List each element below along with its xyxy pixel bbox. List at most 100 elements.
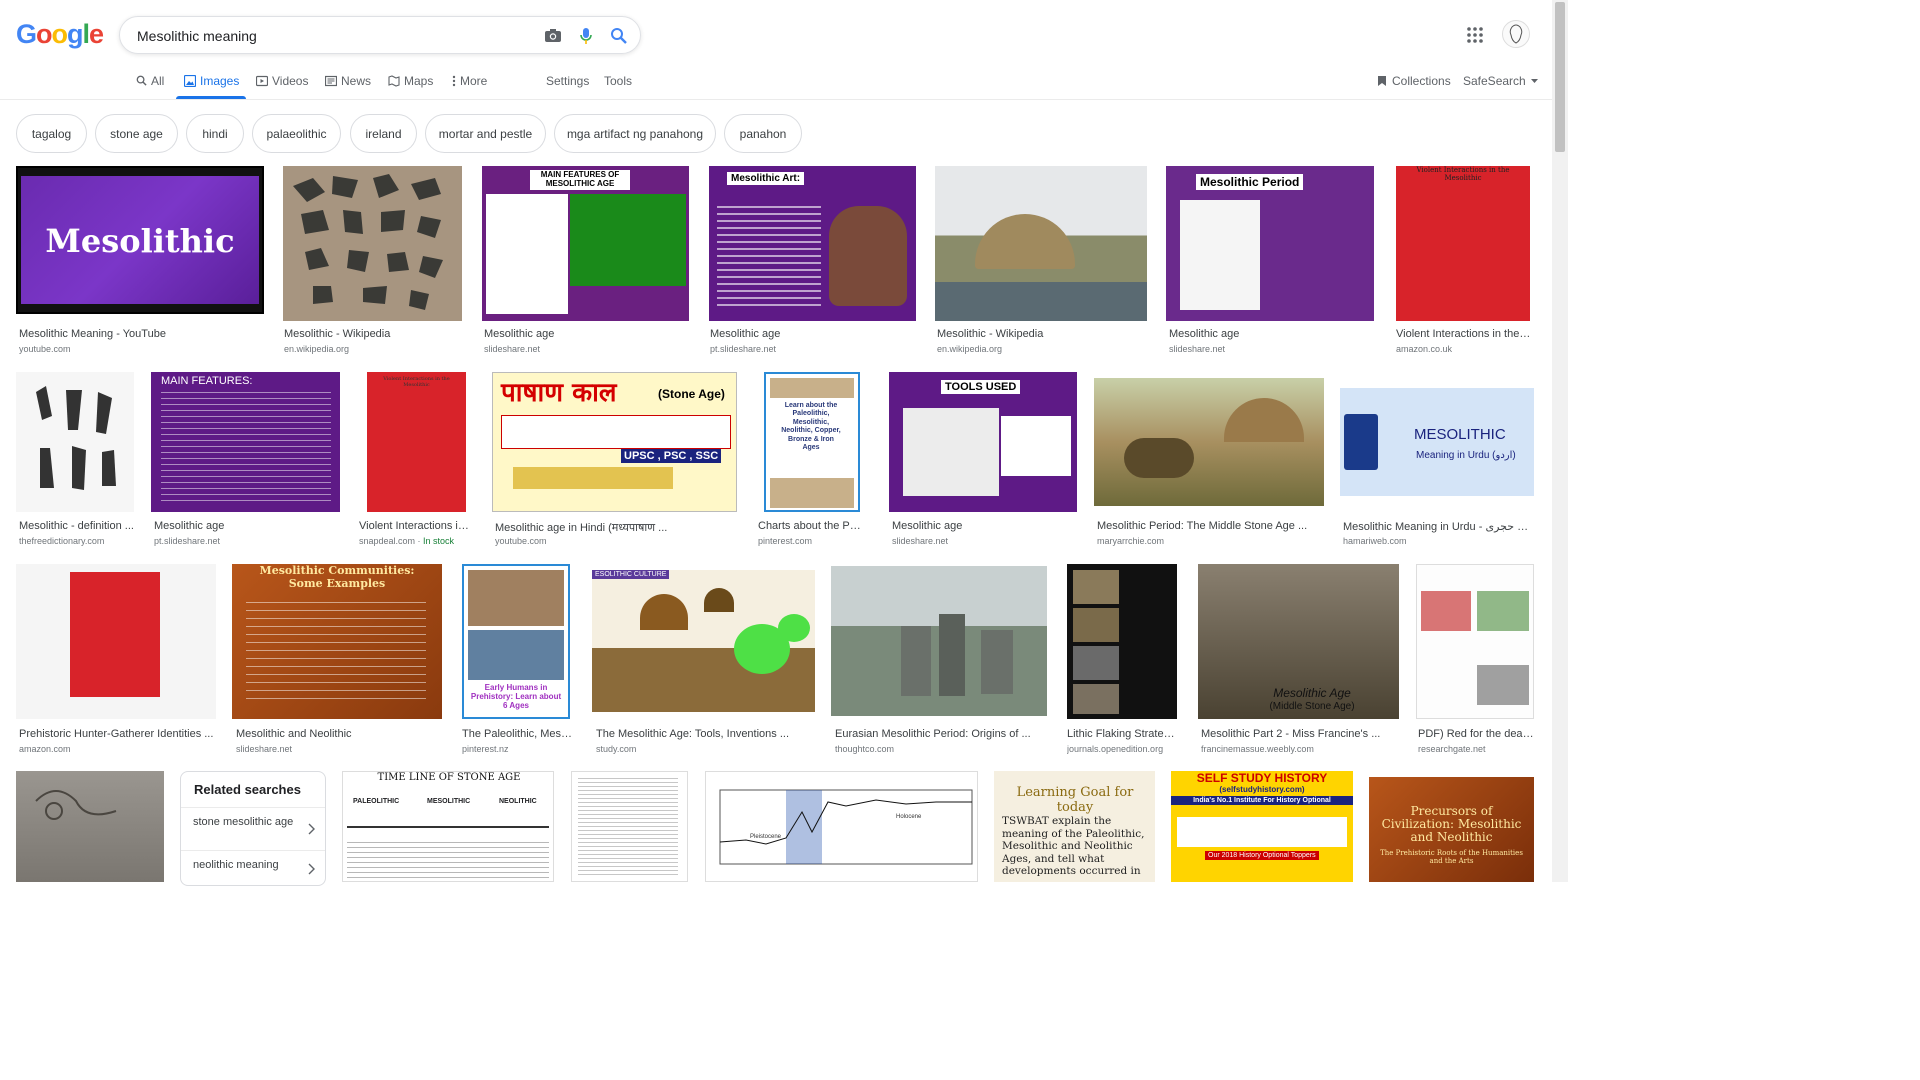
result-title[interactable]: Mesolithic - definition ...	[19, 520, 134, 532]
result-thumbnail[interactable]: Learning Goal for today TSWBAT explain t…	[994, 771, 1155, 882]
result-thumbnail[interactable]: TOOLS USED	[889, 372, 1077, 512]
result-thumbnail[interactable]: Mesolithic Age (Middle Stone Age)	[1198, 564, 1399, 719]
page-scrollbar[interactable]	[1552, 0, 1568, 882]
result-title[interactable]: PDF) Red for the dead...	[1418, 728, 1534, 740]
result-title[interactable]: Lithic Flaking Strategi...	[1067, 728, 1179, 740]
settings-link[interactable]: Settings	[546, 74, 589, 88]
result-thumbnail[interactable]: Violent Interactions in the Mesolithic	[367, 372, 466, 512]
result-thumbnail[interactable]: ESOLITHIC CULTURE	[592, 570, 815, 712]
related-search-item[interactable]: neolithic meaning	[181, 850, 325, 885]
result-title[interactable]: Prehistoric Hunter-Gatherer Identities .…	[19, 728, 216, 740]
apps-grid-icon[interactable]	[1467, 27, 1483, 43]
result-title[interactable]: Mesolithic age	[710, 328, 916, 340]
chip-tagalog[interactable]: tagalog	[16, 114, 87, 153]
result-thumbnail[interactable]	[831, 566, 1047, 716]
result-thumbnail[interactable]: MESOLITHIC Meaning in Urdu (اردو)	[1340, 388, 1534, 496]
chip-palaeolithic[interactable]: palaeolithic	[252, 114, 341, 153]
result-title[interactable]: Mesolithic Meaning - YouTube	[19, 328, 263, 340]
result-thumbnail[interactable]	[1094, 378, 1324, 506]
result-thumbnail[interactable]: पाषाण काल (Stone Age) UPSC , PSC , SSC	[492, 372, 737, 512]
tab-videos[interactable]: Videos	[256, 74, 308, 100]
video-icon	[256, 75, 268, 87]
result-thumbnail[interactable]	[571, 771, 688, 882]
result-thumbnail[interactable]: Mesolithic Period	[1166, 166, 1374, 321]
result-title[interactable]: The Mesolithic Age: Tools, Inventions ..…	[596, 728, 815, 740]
result-thumbnail[interactable]: Learn about the Paleolithic, Mesolithic,…	[764, 372, 860, 512]
microphone-icon[interactable]	[576, 26, 596, 46]
result-title[interactable]: Mesolithic Period: The Middle Stone Age …	[1097, 520, 1324, 532]
account-avatar[interactable]	[1502, 20, 1530, 48]
result-title[interactable]: Mesolithic - Wikipedia	[937, 328, 1147, 340]
result-thumbnail[interactable]	[283, 166, 462, 321]
google-logo[interactable]: Google	[16, 19, 104, 50]
chip-mortar-and-pestle[interactable]: mortar and pestle	[425, 114, 546, 153]
result-thumbnail[interactable]: MAIN FEATURES OF MESOLITHIC AGE	[482, 166, 689, 321]
related-search-item[interactable]: stone mesolithic age	[181, 807, 325, 850]
result-thumbnail[interactable]	[16, 564, 216, 719]
result-title[interactable]: The Paleolithic, Mesoli...	[462, 728, 574, 740]
thumbnail-caption: Violent Interactions in the Mesolithic	[1416, 166, 1510, 182]
result-title[interactable]: Mesolithic age in Hindi (मध्यपाषाण ...	[495, 520, 737, 535]
chevron-right-icon	[308, 863, 315, 875]
result-title[interactable]: Mesolithic age	[1169, 328, 1374, 340]
result-thumbnail[interactable]: Precursors of Civilization: Mesolithic a…	[1369, 777, 1534, 882]
result-title[interactable]: Eurasian Mesolithic Period: Origins of .…	[835, 728, 1047, 740]
result-title[interactable]: Mesolithic age	[484, 328, 689, 340]
result-title[interactable]: Mesolithic - Wikipedia	[284, 328, 462, 340]
thumbnail-caption: Mesolithic Age	[1273, 686, 1351, 700]
result-thumbnail[interactable]: Violent Interactions in the Mesolithic	[1396, 166, 1530, 321]
thumbnail-caption: SELF STUDY HISTORY	[1196, 771, 1328, 785]
tab-maps[interactable]: Maps	[388, 74, 433, 100]
result-thumbnail[interactable]: TIME LINE OF STONE AGE PALEOLITHIC MESOL…	[342, 771, 554, 882]
collections-link[interactable]: Collections	[1377, 74, 1451, 88]
result-thumbnail[interactable]: MAIN FEATURES:	[151, 372, 340, 512]
result-source: pinterest.nz	[462, 744, 509, 754]
search-icon[interactable]	[609, 26, 629, 46]
thumbnail-caption: Learning Goal for today	[1016, 785, 1134, 815]
result-title[interactable]: Violent Interactions in t...	[359, 520, 473, 532]
chip-stone-age[interactable]: stone age	[95, 114, 178, 153]
chip-hindi[interactable]: hindi	[186, 114, 244, 153]
thumbnail-caption: TIME LINE OF STONE AGE	[377, 772, 521, 783]
thumbnail-caption: MAIN FEATURES:	[161, 375, 253, 387]
result-title[interactable]: Violent Interactions in the M...	[1396, 328, 1532, 340]
search-input[interactable]: Mesolithic meaning	[137, 28, 257, 44]
result-thumbnail[interactable]	[1416, 564, 1534, 719]
chip-ireland[interactable]: ireland	[350, 114, 417, 153]
map-icon	[388, 75, 400, 87]
tab-all[interactable]: All	[136, 74, 164, 100]
result-thumbnail[interactable]: Mesolithic Communities: Some Examples	[232, 564, 442, 719]
scrollbar-thumb[interactable]	[1555, 2, 1565, 152]
result-source: thoughtco.com	[835, 744, 895, 754]
result-thumbnail[interactable]	[16, 771, 164, 882]
result-source: youtube.com	[495, 536, 547, 546]
tools-link[interactable]: Tools	[604, 74, 632, 88]
logo-letter: o	[36, 19, 52, 49]
tab-more[interactable]: More	[452, 74, 487, 100]
camera-icon[interactable]	[543, 26, 563, 46]
result-thumbnail[interactable]: SELF STUDY HISTORY (selfstudyhistory.com…	[1171, 771, 1353, 882]
result-title[interactable]: Mesolithic Part 2 - Miss Francine's ...	[1201, 728, 1399, 740]
result-thumbnail[interactable]	[935, 166, 1147, 321]
search-box[interactable]: Mesolithic meaning	[119, 16, 641, 54]
result-thumbnail[interactable]: Mesolithic Art:	[709, 166, 916, 321]
tab-news[interactable]: News	[325, 74, 371, 100]
result-title[interactable]: Mesolithic age	[892, 520, 1077, 532]
result-title[interactable]: Charts about the Pale...	[758, 520, 866, 532]
result-source: slideshare.net	[236, 744, 293, 754]
result-thumbnail[interactable]: Pleistocene Holocene	[705, 771, 978, 882]
result-source: en.wikipedia.org	[284, 344, 350, 354]
result-thumbnail[interactable]: Mesolithic	[16, 166, 264, 314]
result-title[interactable]: Mesolithic Meaning in Urdu - میان حجری .…	[1343, 520, 1534, 533]
result-thumbnail[interactable]: Early Humans in Prehistory: Learn about …	[462, 564, 570, 719]
result-source: amazon.co.uk	[1396, 344, 1453, 354]
chip-panahon[interactable]: panahon	[724, 114, 802, 153]
result-thumbnail[interactable]	[16, 372, 134, 512]
thumbnail-caption: Violent Interactions in the Mesolithic	[383, 376, 450, 388]
chip-mga-artifact[interactable]: mga artifact ng panahong	[554, 114, 716, 153]
result-thumbnail[interactable]	[1067, 564, 1177, 719]
top-header: Google Mesolithic meaning All Images Vid…	[0, 0, 1552, 100]
safesearch-menu[interactable]: SafeSearch	[1463, 74, 1538, 88]
result-title[interactable]: Mesolithic and Neolithic	[236, 728, 442, 740]
result-title[interactable]: Mesolithic age	[154, 520, 340, 532]
